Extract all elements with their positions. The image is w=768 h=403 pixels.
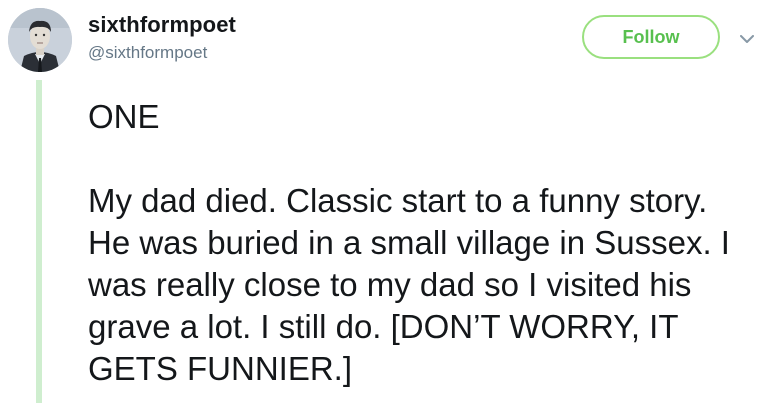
chevron-down-icon: [740, 34, 754, 43]
tweet-heading: ONE: [88, 98, 160, 135]
display-name[interactable]: sixthformpoet: [88, 12, 236, 38]
tweet-header: sixthformpoet @sixthformpoet: [88, 12, 236, 64]
more-options-button[interactable]: [734, 26, 760, 52]
follow-button[interactable]: Follow: [582, 15, 720, 59]
tweet-body: My dad died. Classic start to a funny st…: [88, 182, 730, 387]
username[interactable]: @sixthformpoet: [88, 42, 236, 64]
thread-line: [36, 80, 42, 403]
avatar-portrait-icon: [8, 8, 72, 72]
avatar[interactable]: [8, 8, 72, 72]
tweet-card: sixthformpoet @sixthformpoet Follow ONE …: [0, 0, 768, 403]
tweet-text: ONE My dad died. Classic start to a funn…: [88, 96, 758, 390]
